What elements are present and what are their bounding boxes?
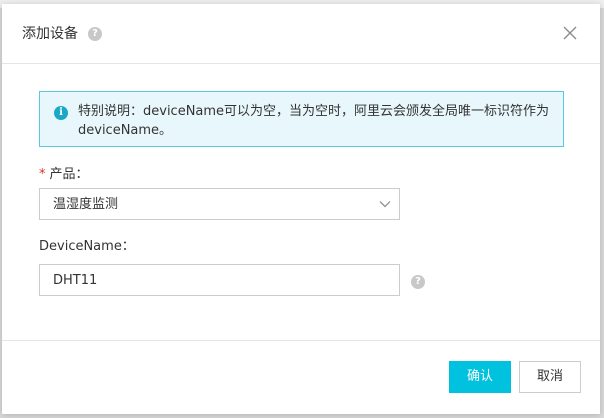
product-label-text: 产品： — [49, 167, 89, 182]
chevron-down-icon — [379, 201, 391, 208]
device-name-label: DeviceName： — [39, 239, 135, 254]
product-select-value: 温湿度监测 — [53, 197, 119, 212]
confirm-button[interactable]: 确认 — [449, 361, 511, 393]
device-name-input[interactable] — [39, 264, 400, 296]
product-select[interactable]: 温湿度监测 — [39, 188, 400, 220]
close-icon — [563, 26, 577, 40]
required-mark: * — [39, 167, 46, 182]
footer-divider — [2, 340, 600, 341]
close-button[interactable] — [563, 26, 577, 40]
info-icon: i — [54, 106, 68, 120]
cancel-button[interactable]: 取消 — [519, 361, 581, 393]
dialog-title: 添加设备 — [22, 26, 78, 42]
notice-banner: i 特别说明：deviceName可以为空，当为空时，阿里云会颁发全局唯一标识符… — [39, 91, 564, 147]
notice-text: 特别说明：deviceName可以为空，当为空时，阿里云会颁发全局唯一标识符作为… — [78, 104, 550, 138]
help-icon[interactable]: ? — [88, 27, 102, 41]
product-label: * 产品： — [39, 166, 89, 184]
device-name-help-icon[interactable]: ? — [411, 275, 425, 289]
add-device-dialog: 添加设备 ? i 特别说明：deviceName可以为空，当为空时，阿里云会颁发… — [2, 4, 600, 414]
dialog-header: 添加设备 ? — [2, 4, 600, 64]
